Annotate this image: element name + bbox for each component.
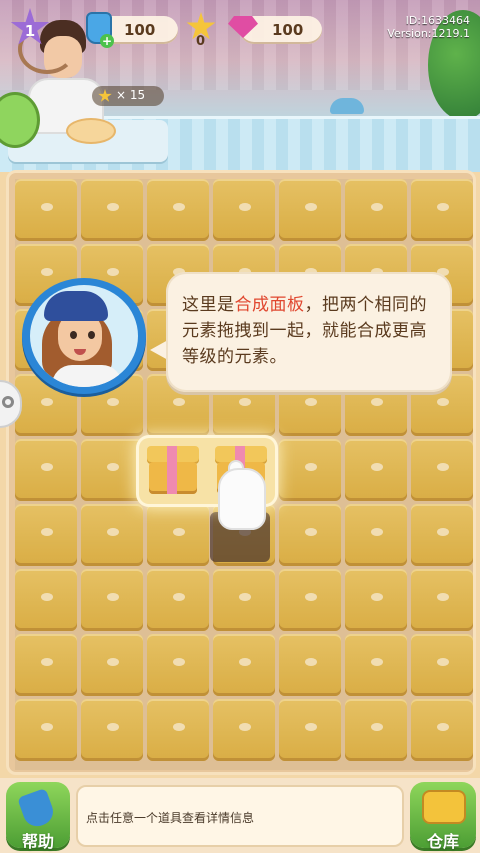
build-info: ID:1633464 Version:1219.1 bbox=[387, 14, 470, 40]
lamp-decoration bbox=[330, 98, 364, 114]
gift-box-item-1[interactable] bbox=[147, 446, 199, 494]
help-label: 帮助 bbox=[21, 832, 54, 851]
order-dessert-icon[interactable] bbox=[66, 118, 116, 144]
energy-value: 100 bbox=[124, 21, 156, 39]
hand-icon bbox=[218, 468, 266, 530]
version-label: Version:1219.1 bbox=[387, 27, 470, 40]
storage-label: 仓库 bbox=[426, 832, 459, 851]
gear-icon bbox=[2, 396, 14, 408]
tutorial-text: 这里是合成面板，把两个相同的元素拖拽到一起，就能合成更高等级的元素。 bbox=[182, 292, 442, 370]
item-info-panel: 点击任意一个道具查看详情信息 bbox=[76, 785, 404, 847]
star-value: 0 bbox=[196, 34, 206, 49]
plus-icon[interactable]: + bbox=[100, 34, 114, 48]
goal-counter: × 15 bbox=[92, 86, 164, 106]
player-id: ID:1633464 bbox=[405, 14, 470, 27]
tutorial-text-start: 这里是 bbox=[182, 295, 235, 315]
tutorial-bubble: 这里是合成面板，把两个相同的元素拖拽到一起，就能合成更高等级的元素。 bbox=[166, 272, 452, 392]
tutorial-highlight: 合成面板 bbox=[234, 295, 305, 315]
chest-icon bbox=[422, 790, 466, 824]
goal-star-icon bbox=[98, 89, 112, 102]
item-info-text: 点击任意一个道具查看详情信息 bbox=[86, 811, 255, 825]
gem-value: 100 bbox=[272, 21, 304, 39]
guide-avatar bbox=[22, 278, 146, 394]
goal-count: × 15 bbox=[116, 88, 146, 102]
